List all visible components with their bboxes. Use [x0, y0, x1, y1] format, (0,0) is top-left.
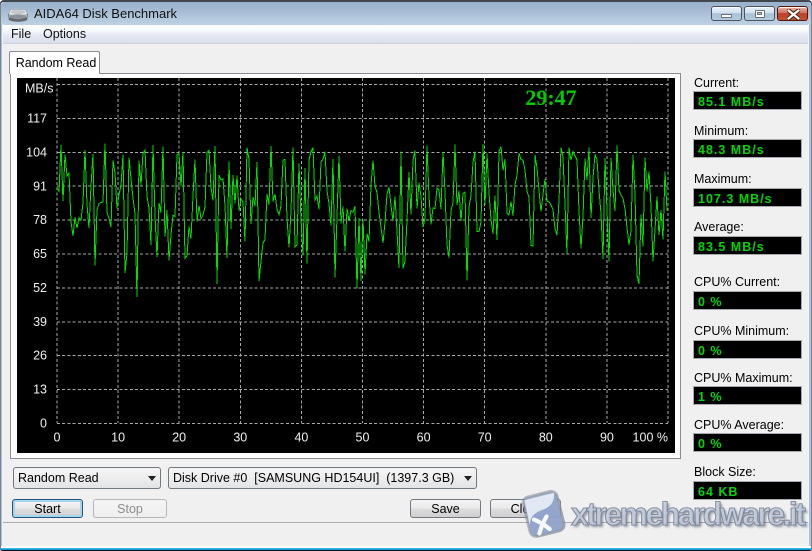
svg-text:117: 117: [27, 112, 47, 126]
svg-text:90: 90: [600, 431, 614, 445]
svg-text:70: 70: [478, 431, 492, 445]
svg-text:30: 30: [233, 431, 247, 445]
svg-text:10: 10: [111, 431, 125, 445]
svg-text:65: 65: [33, 247, 47, 261]
svg-text:0: 0: [40, 417, 47, 431]
svg-text:0: 0: [54, 431, 61, 445]
svg-text:MB/s: MB/s: [25, 82, 53, 96]
svg-text:26: 26: [33, 349, 47, 363]
svg-text:78: 78: [33, 213, 47, 227]
svg-text:39: 39: [33, 315, 47, 329]
svg-text:50: 50: [356, 431, 370, 445]
svg-text:29:47: 29:47: [525, 85, 576, 110]
svg-text:80: 80: [539, 431, 553, 445]
svg-text:91: 91: [33, 179, 47, 193]
svg-text:40: 40: [294, 431, 308, 445]
svg-text:60: 60: [417, 431, 431, 445]
svg-text:20: 20: [172, 431, 186, 445]
svg-text:52: 52: [33, 281, 47, 295]
svg-text:13: 13: [33, 383, 47, 397]
svg-text:104: 104: [26, 145, 47, 159]
svg-text:100 %: 100 %: [633, 431, 668, 445]
